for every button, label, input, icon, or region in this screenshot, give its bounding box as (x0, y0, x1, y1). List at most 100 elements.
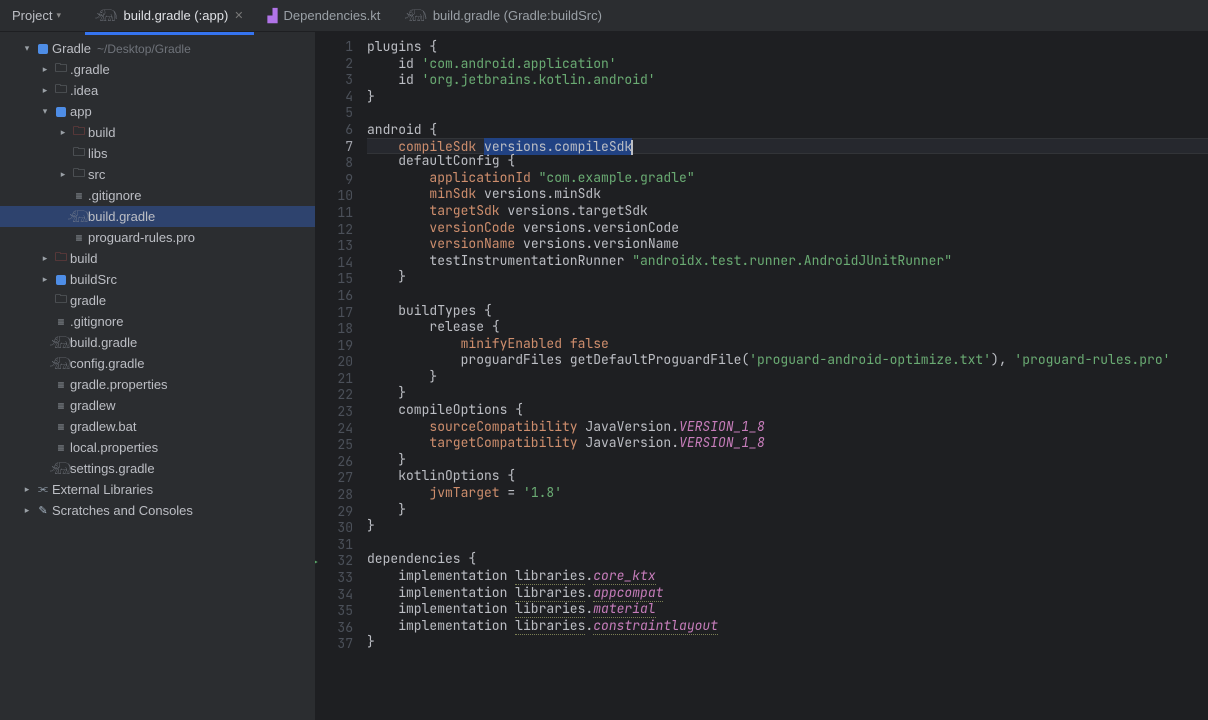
file-icon: ≡ (57, 315, 64, 329)
code-line[interactable]: } (367, 518, 1208, 535)
code-line[interactable]: testInstrumentationRunner "androidx.test… (367, 253, 1208, 270)
tree-item-label: Scratches and Consoles (52, 503, 193, 518)
code-line[interactable]: } (367, 269, 1208, 286)
tree-item[interactable]: ▸🗀build (0, 248, 315, 269)
folder-icon: 🗀 (73, 143, 85, 164)
code-line[interactable]: dependencies { (367, 551, 1208, 568)
tree-item-label: .gitignore (88, 188, 141, 203)
close-icon[interactable]: ✕ (234, 9, 243, 22)
tree-item-label: src (88, 167, 105, 182)
code-line[interactable] (367, 535, 1208, 552)
file-icon: ≡ (57, 399, 64, 413)
tree-item-label: gradle.properties (70, 377, 168, 392)
chevron-right-icon[interactable]: ▸ (56, 168, 70, 182)
code-line[interactable]: implementation libraries.constraintlayou… (367, 618, 1208, 635)
tree-item[interactable]: ▸🗀build (0, 122, 315, 143)
chevron-right-icon[interactable]: ▸ (20, 504, 34, 518)
tab-label: Dependencies.kt (284, 8, 381, 23)
gradle-icon: 𓃰 (68, 206, 90, 227)
code-line[interactable]: applicationId "com.example.gradle" (367, 170, 1208, 187)
tree-item[interactable]: ▾Gradle~/Desktop/Gradle (0, 38, 315, 59)
tree-item-label: gradlew (70, 398, 116, 413)
gradle-icon: 𓃰 (50, 458, 72, 479)
tree-item[interactable]: ▸✎Scratches and Consoles (0, 500, 315, 521)
code-line[interactable]: proguardFiles getDefaultProguardFile('pr… (367, 352, 1208, 369)
code-line[interactable]: } (367, 369, 1208, 386)
project-dropdown[interactable]: Project ▾ (0, 8, 73, 23)
tree-item[interactable]: ▸𓃰config.gradle (0, 353, 315, 374)
code-line[interactable]: minifyEnabled false (367, 336, 1208, 353)
code-line[interactable]: kotlinOptions { (367, 468, 1208, 485)
chevron-right-icon[interactable]: ▸ (56, 126, 70, 140)
project-tree[interactable]: ▾Gradle~/Desktop/Gradle▸🗀.gradle▸🗀.idea▾… (0, 32, 315, 720)
gradle-icon: 𓃰 (50, 353, 72, 374)
tree-item[interactable]: ▸𓃰settings.gradle (0, 458, 315, 479)
code-line[interactable]: versionCode versions.versionCode (367, 220, 1208, 237)
tree-item[interactable]: ▸𓃰build.gradle (0, 332, 315, 353)
tree-item[interactable]: ▸≡.gitignore (0, 185, 315, 206)
code-line[interactable]: id 'com.android.application' (367, 56, 1208, 73)
chevron-right-icon[interactable]: ▸ (38, 273, 52, 287)
tree-item[interactable]: ▸≡proguard-rules.pro (0, 227, 315, 248)
file-icon: ≡ (57, 378, 64, 392)
tree-item[interactable]: ▸≡local.properties (0, 437, 315, 458)
module-icon (56, 275, 66, 285)
tree-item[interactable]: ▸⫘External Libraries (0, 479, 315, 500)
folder-icon: 🗀 (55, 290, 67, 311)
code-line[interactable]: implementation libraries.material (367, 601, 1208, 618)
code-line[interactable]: } (367, 385, 1208, 402)
code-line[interactable]: minSdk versions.minSdk (367, 186, 1208, 203)
chevron-right-icon[interactable]: ▸ (20, 483, 34, 497)
chevron-right-icon[interactable]: ▸ (38, 84, 52, 98)
editor-tab[interactable]: 𓃰build.gradle (:app)✕ (85, 1, 254, 30)
code-line[interactable]: implementation libraries.appcompat (367, 585, 1208, 602)
tree-item[interactable]: ▸≡gradlew (0, 395, 315, 416)
code-line[interactable]: } (367, 502, 1208, 519)
tree-item[interactable]: ▸🗀src (0, 164, 315, 185)
code-line[interactable]: release { (367, 319, 1208, 336)
code-line[interactable]: targetCompatibility JavaVersion.VERSION_… (367, 435, 1208, 452)
code-line[interactable]: } (367, 634, 1208, 651)
code-line[interactable]: plugins { (367, 39, 1208, 56)
code-line[interactable]: sourceCompatibility JavaVersion.VERSION_… (367, 419, 1208, 436)
tree-item[interactable]: ▸🗀.gradle (0, 59, 315, 80)
tree-item[interactable]: ▸≡.gitignore (0, 311, 315, 332)
editor-tab[interactable]: 𓃰build.gradle (Gradle:buildSrc) (394, 1, 612, 30)
tree-item[interactable]: ▸≡gradlew.bat (0, 416, 315, 437)
tree-item-label: app (70, 104, 92, 119)
code-line[interactable]: } (367, 89, 1208, 106)
code-line[interactable]: targetSdk versions.targetSdk (367, 203, 1208, 220)
text-caret (631, 140, 633, 155)
file-icon: ≡ (57, 441, 64, 455)
tree-item[interactable]: ▸𓃰build.gradle (0, 206, 315, 227)
tree-item-label: proguard-rules.pro (88, 230, 195, 245)
tree-item[interactable]: ▸🗀libs (0, 143, 315, 164)
code-line[interactable]: versionName versions.versionName (367, 236, 1208, 253)
gradle-icon: 𓃰 (95, 5, 117, 26)
tree-item-label: Gradle (52, 41, 91, 56)
code-line[interactable]: implementation libraries.core_ktx (367, 568, 1208, 585)
code-line[interactable]: jvmTarget = '1.8' (367, 485, 1208, 502)
editor-code[interactable]: plugins { id 'com.android.application' i… (367, 32, 1208, 720)
editor-tab[interactable]: ▟Dependencies.kt (258, 4, 391, 28)
tree-item[interactable]: ▸🗀gradle (0, 290, 315, 311)
code-line[interactable] (367, 105, 1208, 122)
chevron-right-icon[interactable]: ▸ (38, 63, 52, 77)
tree-item[interactable]: ▸≡gradle.properties (0, 374, 315, 395)
code-line[interactable]: defaultConfig { (367, 153, 1208, 170)
tree-item-label: gradle (70, 293, 106, 308)
code-line[interactable]: } (367, 452, 1208, 469)
tree-item[interactable]: ▸buildSrc (0, 269, 315, 290)
tree-item[interactable]: ▾ app (0, 101, 315, 122)
code-line[interactable]: android { (367, 122, 1208, 139)
chevron-down-icon[interactable]: ▾ (20, 42, 34, 56)
code-line[interactable]: compileOptions { (367, 402, 1208, 419)
code-line[interactable]: buildTypes { (367, 303, 1208, 320)
tree-item-label: .idea (70, 83, 98, 98)
code-line[interactable] (367, 286, 1208, 303)
code-editor[interactable]: 1234567891011121314151617181920212223242… (315, 32, 1208, 720)
chevron-down-icon[interactable]: ▾ (38, 105, 52, 119)
chevron-right-icon[interactable]: ▸ (38, 252, 52, 266)
code-line[interactable]: id 'org.jetbrains.kotlin.android' (367, 72, 1208, 89)
tree-item[interactable]: ▸🗀.idea (0, 80, 315, 101)
